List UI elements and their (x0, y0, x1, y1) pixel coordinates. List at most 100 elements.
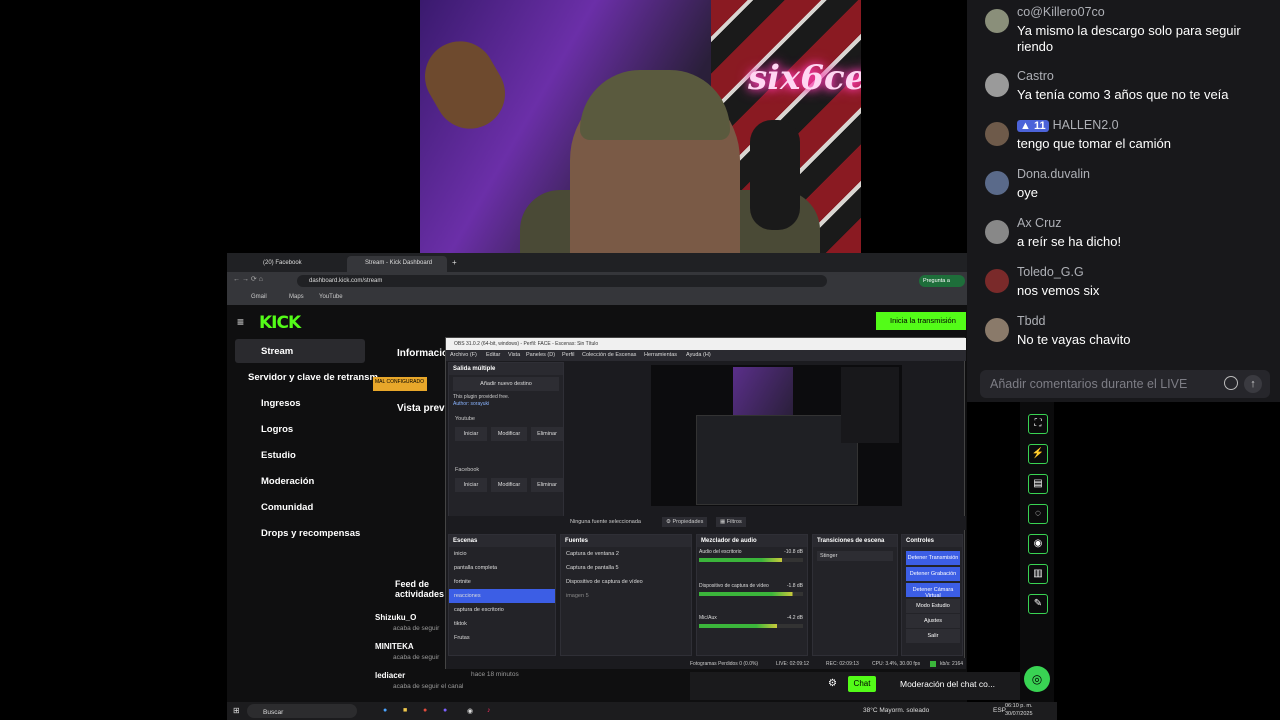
menu-vista[interactable]: Vista (508, 352, 520, 358)
hamburger-menu-icon[interactable]: ≡ (237, 315, 244, 329)
chrome-icon[interactable]: ● (423, 707, 427, 714)
plugin-author[interactable]: Author: sorayuki (453, 401, 489, 407)
chat-username[interactable]: ▲ 11 HALLEN2.0 (1017, 118, 1119, 132)
clock-date[interactable]: 30/07/2025 (1005, 711, 1033, 717)
start-button[interactable]: Iniciar (455, 427, 487, 441)
sidebar-item-ingresos[interactable]: Ingresos (235, 391, 365, 415)
level-meter (699, 558, 803, 562)
chat-username[interactable]: Castro (1017, 69, 1054, 83)
obs-preview[interactable] (651, 365, 902, 506)
scene-item[interactable]: pantalla completa (449, 561, 555, 575)
layout-icon[interactable]: ▥ (1028, 564, 1048, 584)
stop-stream-button[interactable]: Detener Transmisión (906, 551, 960, 565)
source-item[interactable]: imagen 5 (561, 589, 691, 603)
app-icon[interactable]: ● (443, 707, 447, 714)
stop-virtual-cam-button[interactable]: Detener Cámara Virtual (906, 583, 960, 599)
sidebar-item-stream[interactable]: Stream (235, 339, 365, 363)
channel-db: -1.8 dB (786, 583, 803, 589)
feed-user[interactable]: Shizuku_O (375, 613, 416, 622)
gear-icon[interactable]: ⚙ (828, 678, 837, 689)
modify-button[interactable]: Modificar (491, 478, 527, 492)
sidebar-item-logros[interactable]: Logros (235, 417, 365, 441)
source-item[interactable]: Dispositivo de captura de vídeo (561, 575, 691, 589)
go-live-button[interactable]: Inicia la transmisión (876, 312, 966, 330)
stop-recording-button[interactable]: Detener Grabación (906, 567, 960, 581)
sidebar-item-drops[interactable]: Drops y recompensas (235, 521, 365, 545)
nav-arrows-icon[interactable]: ← → ⟳ ⌂ (233, 275, 263, 283)
scene-item[interactable]: fortnite (449, 575, 555, 589)
tab-label: (20) Facebook (263, 260, 302, 266)
feed-user[interactable]: MINITEKA (375, 642, 414, 651)
ask-button[interactable]: Pregunta a (919, 275, 965, 287)
new-tab-button[interactable]: + (449, 256, 463, 272)
menu-paneles[interactable]: Paneles (D) (526, 352, 555, 358)
scene-item[interactable]: Frutas (449, 631, 555, 645)
feed-user[interactable]: lediacer (375, 671, 405, 680)
windows-start-icon[interactable]: ⊞ (233, 706, 240, 715)
add-target-button[interactable]: Añadir nuevo destino (453, 377, 559, 391)
support-icon[interactable]: ◎ (1024, 666, 1050, 692)
source-item[interactable]: Captura de ventana 2 (561, 547, 691, 561)
tab-label: Stream - Kick Dashboard (365, 260, 433, 266)
tiktok-icon[interactable]: ♪ (487, 707, 491, 714)
chat-input[interactable]: Añadir comentarios durante el LIVE ↑ (980, 370, 1270, 398)
exit-button[interactable]: Salir (906, 629, 960, 643)
scene-item[interactable]: tiktok (449, 617, 555, 631)
source-item[interactable]: Captura de pantalla 5 (561, 561, 691, 575)
kick-logo[interactable]: KICK (259, 313, 301, 333)
chat-username[interactable]: Tbdd (1017, 314, 1046, 328)
bookmark-youtube[interactable]: YouTube (319, 294, 343, 300)
chat-username[interactable]: Ax Cruz (1017, 216, 1061, 230)
delete-button[interactable]: Eliminar (531, 478, 563, 492)
menu-archivo[interactable]: Archivo (F) (450, 352, 477, 358)
studio-mode-button[interactable]: Modo Estudio (906, 599, 960, 613)
menu-editar[interactable]: Editar (486, 352, 500, 358)
sidebar-item-estudio[interactable]: Estudio (235, 443, 365, 467)
wrench-icon[interactable]: ✎ (1028, 594, 1048, 614)
chat-username[interactable]: Toledo_G.G (1017, 265, 1084, 279)
folder-icon[interactable]: ■ (403, 707, 407, 714)
obs-icon[interactable]: ◉ (467, 707, 473, 715)
scene-item[interactable]: captura de escritorio (449, 603, 555, 617)
chat-button[interactable]: Chat (848, 676, 876, 692)
tab-facebook[interactable]: (20) Facebook (245, 256, 345, 272)
sidebar-item-moderacion[interactable]: Moderación (235, 469, 365, 493)
menu-coleccion[interactable]: Colección de Escenas (582, 352, 636, 358)
filters-label: Filtros (726, 519, 742, 525)
lightning-icon[interactable]: ⚡ (1028, 444, 1048, 464)
menu-ayuda[interactable]: Ayuda (H) (686, 352, 711, 358)
edge-icon[interactable]: ● (383, 707, 387, 714)
clock-time[interactable]: 06:10 p. m. (1005, 703, 1033, 709)
delete-button[interactable]: Eliminar (531, 427, 563, 441)
broadcast-icon[interactable]: ◉ (1028, 534, 1048, 554)
modify-button[interactable]: Modificar (491, 427, 527, 441)
scene-item-selected[interactable]: reacciones (449, 589, 555, 603)
properties-button[interactable]: ⚙ Propiedades (662, 517, 708, 527)
url-field[interactable]: dashboard.kick.com/stream (297, 275, 827, 287)
bookmark-maps[interactable]: Maps (289, 294, 304, 300)
sidebar-item-server-key[interactable]: Servidor y clave de retransm (235, 365, 385, 389)
avatar (985, 318, 1009, 342)
chat-bubble-icon[interactable]: ◌ (1028, 504, 1048, 524)
transition-select[interactable]: Stinger (817, 551, 893, 561)
mod-chat-label[interactable]: Moderación del chat co... (900, 679, 995, 689)
taskbar-search[interactable]: Buscar (247, 704, 357, 718)
sidebar-item-comunidad[interactable]: Comunidad (235, 495, 365, 519)
chat-username[interactable]: co@Killero07co (1017, 5, 1105, 19)
scene-item[interactable]: inicio (449, 547, 555, 561)
settings-button[interactable]: Ajustes (906, 614, 960, 628)
chat-text: oye (1017, 185, 1038, 200)
document-icon[interactable]: ▤ (1028, 474, 1048, 494)
send-arrow-icon[interactable]: ↑ (1244, 375, 1262, 393)
start-button[interactable]: Iniciar (455, 478, 487, 492)
fullscreen-icon[interactable]: ⛶ (1028, 414, 1048, 434)
weather[interactable]: 38°C Mayorm. soleado (863, 707, 929, 714)
emoji-icon[interactable] (1224, 376, 1238, 390)
chat-username[interactable]: Dona.duvalin (1017, 167, 1090, 181)
tab-kick-dashboard[interactable]: Stream - Kick Dashboard (347, 256, 447, 272)
chat-text: Ya tenía como 3 años que no te veía (1017, 87, 1229, 102)
filters-button[interactable]: ▦ Filtros (716, 517, 746, 527)
menu-perfil[interactable]: Perfil (562, 352, 575, 358)
bookmark-gmail[interactable]: Gmail (251, 294, 267, 300)
menu-herramientas[interactable]: Herramientas (644, 352, 677, 358)
